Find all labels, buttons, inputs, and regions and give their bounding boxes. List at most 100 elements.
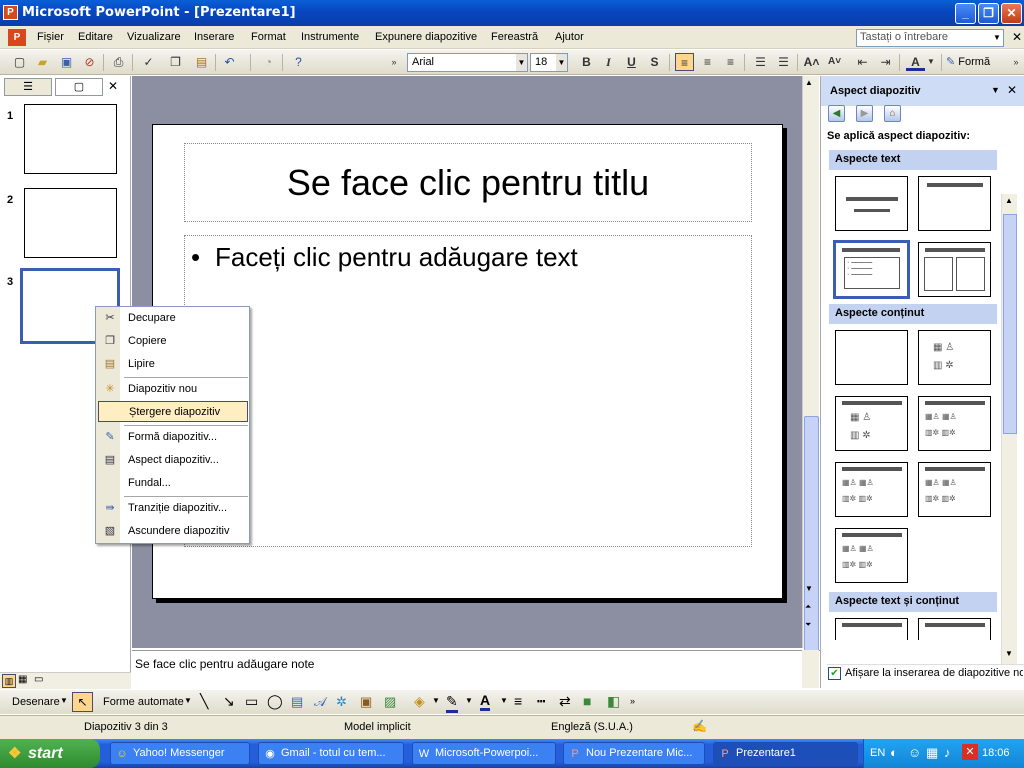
taskbar-item-powerpoint-doc[interactable]: W Microsoft-Powerpoi... (412, 742, 556, 765)
scroll-up-icon[interactable]: ▲ (805, 78, 813, 87)
decrease-indent-icon[interactable]: ⇤ (853, 53, 872, 71)
close-button[interactable]: ✕ (1001, 3, 1022, 24)
copy-icon[interactable]: ❐ (166, 53, 185, 71)
layout-blank[interactable] (835, 330, 908, 385)
clock[interactable]: 18:06 (982, 747, 1010, 759)
menu-item-copy[interactable]: ❐ Copiere (98, 331, 248, 352)
tab-outline[interactable]: ☰ (4, 78, 52, 96)
menu-item-background[interactable]: Fundal... (98, 473, 248, 494)
slide-thumbnail-2[interactable] (24, 188, 117, 258)
line-icon[interactable]: ╲ (200, 693, 208, 710)
menu-format[interactable]: Format (251, 31, 286, 43)
next-slide-icon[interactable]: ⏷ (805, 620, 811, 630)
body-placeholder[interactable]: • Faceți clic pentru adăugare text (184, 235, 752, 547)
antivirus-icon[interactable]: ✕ (962, 744, 978, 760)
italic-button[interactable]: I (599, 53, 618, 71)
print-icon[interactable]: ⎙ (109, 53, 128, 71)
picture-icon[interactable]: ▨ (384, 694, 396, 710)
chevron-down-icon[interactable]: ▼ (991, 85, 1000, 95)
bold-button[interactable]: B (577, 53, 596, 71)
line-style-icon[interactable]: ≡ (514, 693, 522, 709)
close-document-icon[interactable]: ✕ (1012, 30, 1022, 44)
numbering-icon[interactable]: ☰ (751, 53, 770, 71)
forward-icon[interactable]: ▶ (856, 105, 873, 122)
layout-title-only[interactable] (918, 176, 991, 231)
menu-item-slide-transition[interactable]: ⇛ Tranziție diapozitiv... (98, 498, 248, 519)
taskbar-item-new-presentation[interactable]: P Nou Prezentare Mic... (563, 742, 705, 765)
spelling-icon[interactable]: ✓ (139, 53, 158, 71)
fill-color-icon[interactable]: ◈ (414, 693, 425, 710)
wordart-icon[interactable]: 𝒜 (314, 694, 326, 710)
tab-slides[interactable]: ▢ (55, 78, 103, 96)
chevron-down-icon[interactable]: ▼ (465, 696, 473, 705)
normal-view-icon[interactable]: ▥ (2, 674, 16, 688)
start-button[interactable]: ❖ start (0, 739, 100, 768)
previous-slide-icon[interactable]: ⏶ (805, 602, 811, 612)
layout-four-content-2[interactable]: ▦♙ ▦♙ ▥✲ ▥✲ (835, 528, 908, 583)
new-icon[interactable]: ▢ (10, 53, 29, 71)
taskbar-item-yahoo[interactable]: ☺ Yahoo! Messenger (110, 742, 250, 765)
title-placeholder[interactable]: Se face clic pentru titlu (184, 143, 752, 222)
oval-icon[interactable]: ◯ (267, 693, 283, 710)
scroll-down-icon[interactable]: ▼ (805, 584, 813, 593)
line-color-icon[interactable]: ✎ (446, 693, 458, 713)
taskbar-item-gmail[interactable]: ◉ Gmail - totul cu tem... (258, 742, 404, 765)
scroll-up-icon[interactable]: ▲ (1005, 196, 1013, 205)
network-icon[interactable]: ◐ (890, 745, 898, 760)
toolbar-options-icon[interactable]: » (630, 696, 635, 706)
menu-tools[interactable]: Instrumente (301, 31, 359, 43)
font-select[interactable]: Arial ▼ (407, 53, 528, 72)
menu-insert[interactable]: Inserare (194, 31, 234, 43)
menu-file[interactable]: Fișier (37, 31, 64, 43)
paste-icon[interactable]: ▤ (192, 53, 211, 71)
messenger-tray-icon[interactable]: ☺ (908, 745, 921, 760)
layout-two-content[interactable]: ▦♙ ▦♙ ▥✲ ▥✲ (918, 396, 991, 451)
clipart-icon[interactable]: ▣ (360, 694, 372, 710)
vertical-scrollbar[interactable]: ▲ ▼ ⏶ ⏷ (802, 76, 819, 656)
help-icon[interactable]: ? (289, 53, 308, 71)
menu-view[interactable]: Vizualizare (127, 31, 181, 43)
chevron-down-icon[interactable]: ▼ (556, 54, 567, 71)
chevron-down-icon[interactable]: ▼ (432, 696, 440, 705)
language-indicator[interactable]: EN (870, 747, 885, 759)
rectangle-icon[interactable]: ▭ (245, 693, 258, 710)
menu-item-paste[interactable]: ▤ Lipire (98, 354, 248, 375)
layout-title-slide[interactable] (835, 176, 908, 231)
chevron-down-icon[interactable]: ▼ (516, 54, 527, 71)
slideshow-view-icon[interactable]: ▭ (34, 674, 43, 685)
chevron-down-icon[interactable]: ▼ (184, 696, 192, 705)
dash-style-icon[interactable]: ┅ (537, 693, 545, 710)
increase-font-icon[interactable]: A˄ (802, 53, 821, 71)
minimize-button[interactable]: _ (955, 3, 976, 24)
layout-content-over[interactable]: ▦♙ ▦♙ ▥✲ ▥✲ (918, 462, 991, 517)
increase-indent-icon[interactable]: ⇥ (876, 53, 895, 71)
permission-icon[interactable]: ⊘ (80, 53, 99, 71)
design-button[interactable]: ✎ Formă (946, 53, 1001, 71)
network-connections-icon[interactable]: ▦ (926, 745, 938, 761)
layout-content-text[interactable] (918, 618, 991, 640)
sorter-view-icon[interactable]: ▦ (18, 674, 27, 685)
layout-text-content[interactable] (835, 618, 908, 640)
undo-icon[interactable]: ↶ (220, 53, 239, 71)
font-color-icon[interactable]: A (906, 53, 925, 71)
document-icon[interactable]: P (8, 29, 26, 46)
ask-question-input[interactable]: Tastați o întrebare ▼ (856, 29, 1004, 47)
layout-title-text[interactable]: · ——— · ——— · ——— (833, 240, 910, 299)
scroll-down-icon[interactable]: ▼ (1005, 649, 1013, 658)
menu-window[interactable]: Fereastră (491, 31, 538, 43)
align-left-button[interactable]: ≡ (675, 53, 694, 71)
scroll-thumb[interactable] (1003, 214, 1017, 434)
task-pane-scrollbar[interactable]: ▲ ▼ (1001, 194, 1017, 664)
layout-title-content[interactable]: ▦ ♙ ▥ ✲ (835, 396, 908, 451)
notes-scrollbar[interactable] (802, 650, 819, 688)
autoshapes-menu[interactable]: Forme automate (103, 696, 184, 708)
font-color-icon[interactable]: A (480, 692, 491, 711)
font-size-select[interactable]: 18 ▼ (530, 53, 568, 72)
diagram-icon[interactable]: ✲ (336, 694, 347, 710)
chevron-down-icon[interactable]: ▼ (926, 53, 936, 71)
back-icon[interactable]: ◀ (828, 105, 845, 122)
menu-help[interactable]: Ajutor (555, 31, 584, 43)
menu-item-cut[interactable]: ✂ Decupare (98, 308, 248, 329)
chevron-down-icon[interactable]: ▼ (500, 696, 508, 705)
chevron-down-icon[interactable]: ▼ (991, 30, 1003, 46)
